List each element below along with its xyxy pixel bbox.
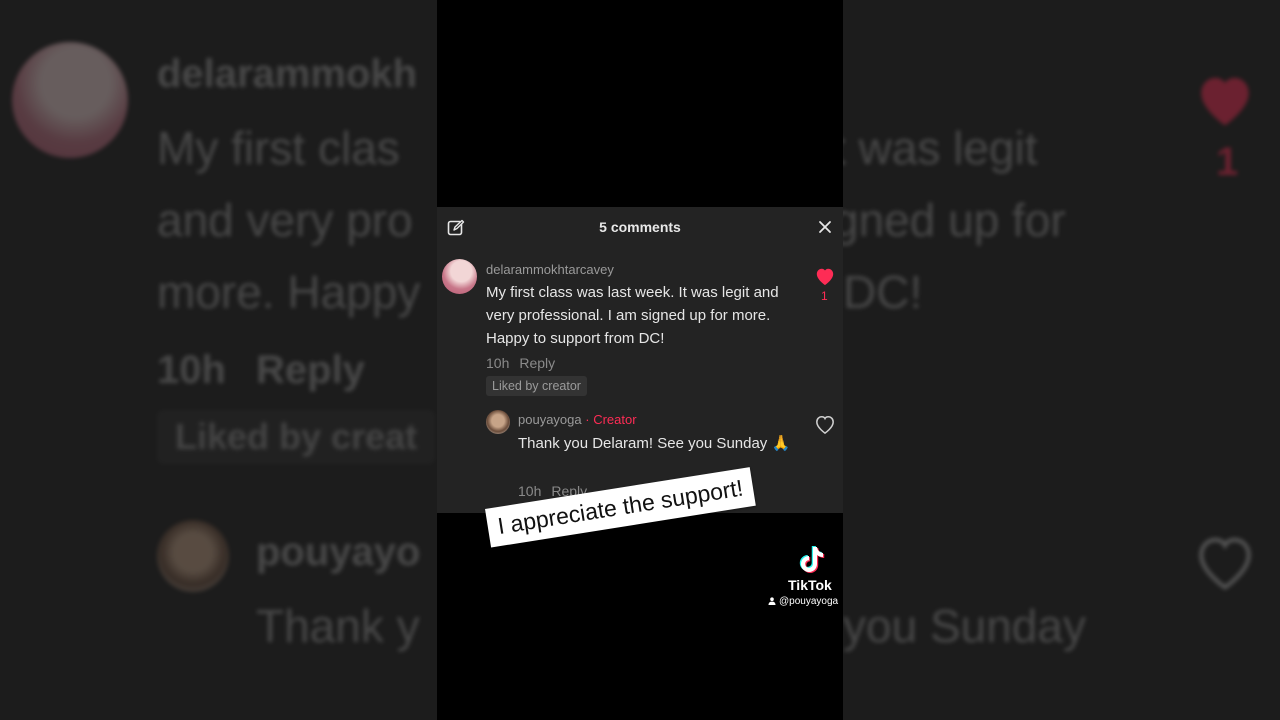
background-text-line: t was legit [843,122,1038,174]
reply-username[interactable]: pouyayoga [518,412,582,427]
background-text-line: gned up for [843,194,1066,246]
background-time: 10h [157,348,226,392]
reply-user-line: pouyayoga · Creator [518,412,637,427]
background-text-line: Thank y [256,600,420,652]
tiktok-logo-icon [799,546,825,573]
reply-time: 10h [518,483,542,499]
watermark-handle: @pouyayoga [768,596,838,607]
avatar[interactable] [486,410,510,434]
background-text-line: more. Happy [157,266,421,318]
user-icon [768,597,776,606]
background-avatar-1 [12,42,128,158]
comments-header: 5 comments [437,207,843,247]
heart-icon[interactable] [814,266,836,286]
background-text-line: DC! [843,266,923,318]
background-liked-chip: Liked by creat [157,410,436,464]
comments-panel: 5 comments delarammokhtarcavey My first … [437,207,843,513]
liked-by-creator-badge: Liked by creator [486,376,587,396]
background-reply: Reply [256,348,365,392]
comments-count-title: 5 comments [599,219,681,235]
comment-time: 10h [486,355,510,371]
background-left: delarammokh My first clas and very pro m… [0,0,437,720]
background-heart-outline-icon [1199,537,1251,590]
like-count: 1 [821,289,828,303]
reply-button[interactable]: Reply [519,355,555,371]
close-icon[interactable] [817,219,833,235]
reply-text: Thank you Delaram! See you Sunday 🙏 [518,435,791,452]
watermark-handle-text: @pouyayoga [779,596,839,607]
background-username-2: pouyayo [256,530,421,574]
comment-username[interactable]: delarammokhtarcavey [486,262,614,277]
background-username: delarammokh [157,52,418,96]
background-like-count: 1 [1216,140,1239,184]
tiktok-brand-label: TikTok [788,577,832,593]
heart-outline-icon[interactable] [814,414,836,434]
background-heart-icon [1201,77,1249,126]
creator-tag: Creator [593,412,637,427]
background-text-line: My first clas [157,122,400,174]
background-right: t was legit gned up for DC! 1 you Sunday [843,0,1280,720]
background-text-line: you Sunday [843,600,1086,652]
background-avatar-2 [157,520,229,592]
comment-meta: 10h Reply [486,355,555,371]
comment-text: My first class was last week. It was leg… [486,284,779,347]
background-text-line: and very pro [157,194,413,246]
avatar[interactable] [442,259,477,294]
separator-dot: · [585,412,590,427]
